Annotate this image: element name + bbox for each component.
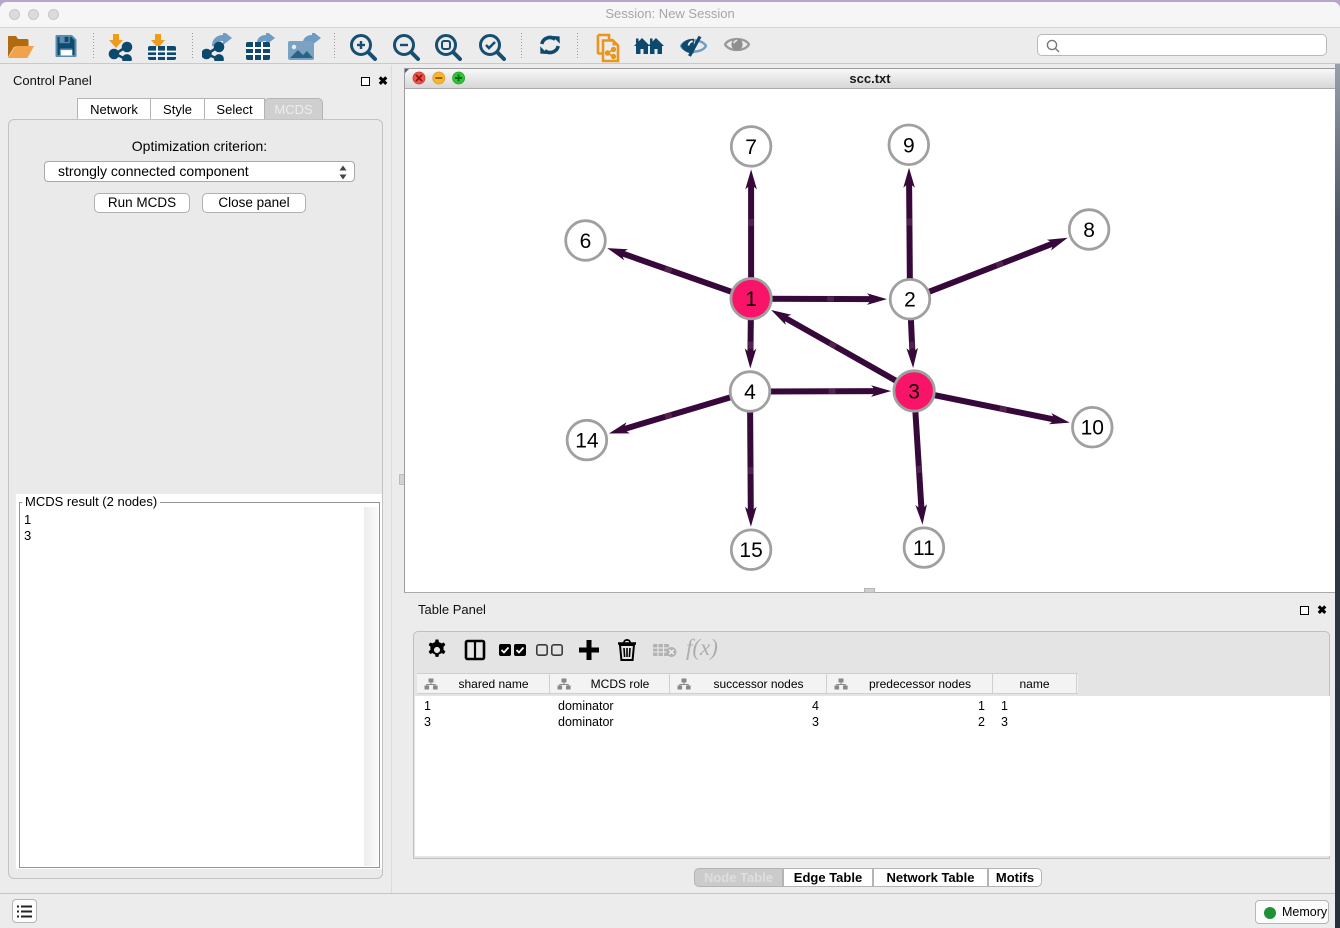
- svg-text:9: 9: [903, 134, 915, 157]
- svg-text:10: 10: [1081, 417, 1104, 440]
- svg-text:6: 6: [580, 230, 592, 253]
- svg-text:8: 8: [1083, 219, 1095, 242]
- svg-text:2: 2: [904, 289, 916, 312]
- svg-text:1: 1: [745, 288, 757, 311]
- svg-text:4: 4: [744, 381, 756, 404]
- svg-text:3: 3: [908, 381, 920, 404]
- svg-text:14: 14: [575, 430, 599, 453]
- svg-text:11: 11: [913, 537, 935, 560]
- svg-text:15: 15: [739, 539, 762, 562]
- svg-text:7: 7: [745, 136, 757, 159]
